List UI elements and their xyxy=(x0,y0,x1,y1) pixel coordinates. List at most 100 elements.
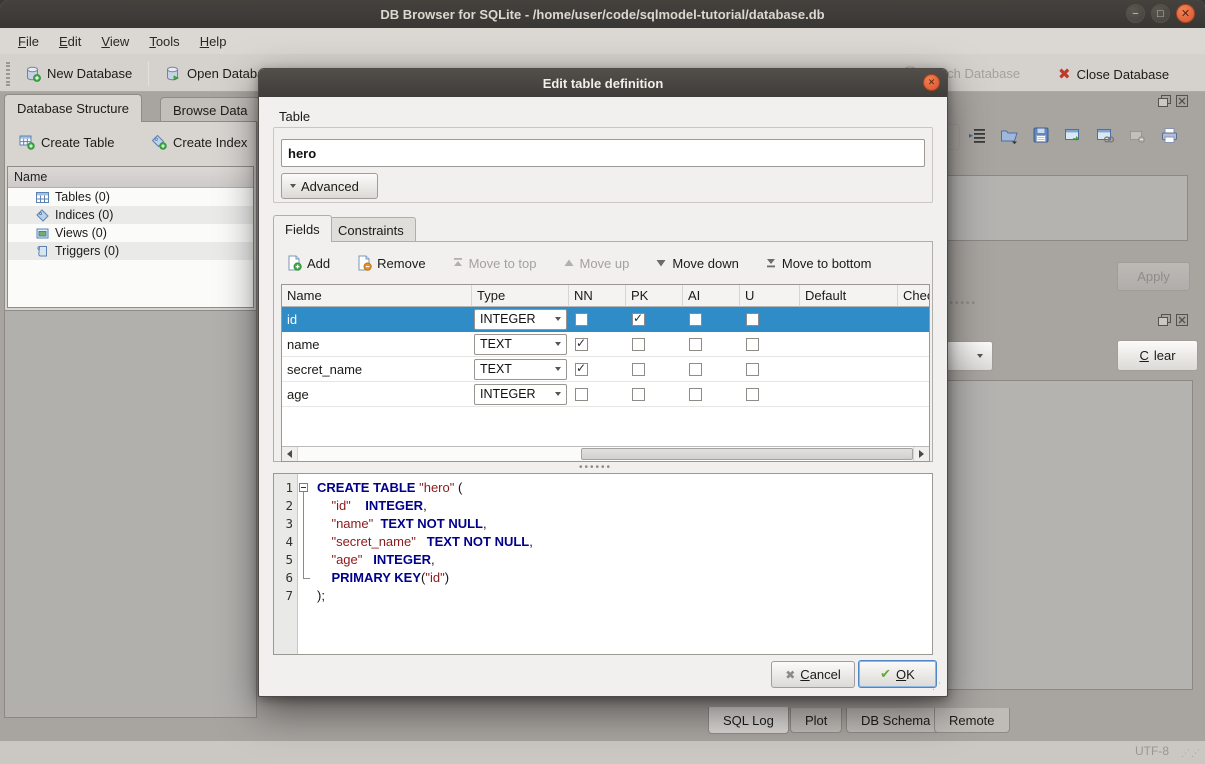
nn-checkbox-age[interactable] xyxy=(575,388,588,401)
pk-checkbox-age[interactable] xyxy=(632,388,645,401)
close-icon[interactable]: ✕ xyxy=(1176,4,1195,23)
menu-help[interactable]: Help xyxy=(190,31,237,52)
column-header-nn[interactable]: NN xyxy=(569,285,626,307)
menu-tools[interactable]: Tools xyxy=(139,31,189,52)
field-name-cell[interactable]: secret_name xyxy=(282,357,472,381)
tree-item-views[interactable]: Views (0) xyxy=(8,224,253,242)
create-table-button[interactable]: Create Table xyxy=(13,130,120,154)
column-header-pk[interactable]: PK xyxy=(626,285,683,307)
field-row-name[interactable]: nameTEXT ✓ xyxy=(282,332,929,357)
field-name-cell[interactable]: name xyxy=(282,332,472,356)
sql-preview[interactable]: 1234567 CREATE TABLE "hero" ( "id" INTEG… xyxy=(273,473,933,655)
minimize-icon[interactable]: − xyxy=(1126,4,1145,23)
type-combo-id[interactable]: INTEGER xyxy=(474,309,567,330)
ai-checkbox-age[interactable] xyxy=(689,388,702,401)
tree-item-tables[interactable]: Tables (0) xyxy=(8,188,253,206)
column-header-default[interactable]: Default xyxy=(800,285,898,307)
field-default-cell[interactable] xyxy=(800,307,898,331)
menu-view[interactable]: View xyxy=(91,31,139,52)
field-check-cell[interactable] xyxy=(898,357,930,381)
u-checkbox-id[interactable] xyxy=(746,313,759,326)
field-name-cell[interactable]: age xyxy=(282,382,472,406)
column-header-check[interactable]: Check xyxy=(898,285,930,307)
dialog-resize-grip[interactable]: ⋰ xyxy=(932,681,942,692)
ai-checkbox-name[interactable] xyxy=(689,338,702,351)
add-field-button[interactable]: Add xyxy=(284,253,332,273)
u-checkbox-name[interactable] xyxy=(746,338,759,351)
menu-file[interactable]: File xyxy=(8,31,49,52)
dialog-close-icon[interactable]: ✕ xyxy=(923,74,940,91)
advanced-button[interactable]: Advanced xyxy=(281,173,378,199)
save-icon[interactable] xyxy=(1032,126,1051,145)
dialog-titlebar[interactable]: Edit table definition ✕ xyxy=(259,69,947,97)
dock-float-icon[interactable] xyxy=(1158,94,1171,106)
type-combo-age[interactable]: INTEGER xyxy=(474,384,567,405)
pk-checkbox-id[interactable]: ✓ xyxy=(632,313,645,326)
tab-db-schema[interactable]: DB Schema xyxy=(846,708,945,733)
scroll-right-icon[interactable] xyxy=(913,447,929,461)
create-index-button[interactable]: Create Index xyxy=(145,130,253,154)
cancel-button[interactable]: ✖ Cancel xyxy=(771,661,855,688)
tree-item-indices[interactable]: Indices (0) xyxy=(8,206,253,224)
indent-icon[interactable] xyxy=(968,126,987,145)
new-database-button[interactable]: New Database xyxy=(18,61,138,86)
tab-browse-data[interactable]: Browse Data xyxy=(160,97,260,122)
tab-remote[interactable]: Remote xyxy=(934,708,1010,733)
field-default-cell[interactable] xyxy=(800,382,898,406)
close-database-button[interactable]: ✖ Close Database xyxy=(1052,61,1175,87)
horizontal-scrollbar[interactable] xyxy=(282,446,929,461)
field-check-cell[interactable] xyxy=(898,307,930,331)
encoding-indicator[interactable]: UTF-8 xyxy=(1135,744,1169,758)
dock-close-icon[interactable] xyxy=(1176,94,1189,106)
export-icon[interactable] xyxy=(1064,126,1083,145)
u-checkbox-age[interactable] xyxy=(746,388,759,401)
column-header-u[interactable]: U xyxy=(740,285,800,307)
remove-field-button[interactable]: Remove xyxy=(354,253,427,273)
column-header-name[interactable]: Name xyxy=(282,285,472,307)
tab-fields[interactable]: Fields xyxy=(273,215,332,242)
tree-column-header-name[interactable]: Name xyxy=(8,167,253,188)
scrollbar-thumb[interactable] xyxy=(581,448,913,460)
field-name-cell[interactable]: id xyxy=(282,307,472,331)
nn-checkbox-id[interactable] xyxy=(575,313,588,326)
dock-float-icon[interactable] xyxy=(1158,313,1171,325)
nn-checkbox-name[interactable]: ✓ xyxy=(575,338,588,351)
sql-code[interactable]: CREATE TABLE "hero" ( "id" INTEGER, "nam… xyxy=(311,474,932,654)
field-default-cell[interactable] xyxy=(800,357,898,381)
clear-log-button[interactable]: Clear xyxy=(1117,340,1198,371)
dock-close-icon[interactable] xyxy=(1176,313,1189,325)
move-down-button[interactable]: Move down xyxy=(653,254,740,273)
column-header-type[interactable]: Type xyxy=(472,285,569,307)
tab-sql-log[interactable]: SQL Log xyxy=(708,707,789,734)
tree-item-triggers[interactable]: Triggers (0) xyxy=(8,242,253,260)
field-row-id[interactable]: idINTEGER ✓ xyxy=(282,307,929,332)
field-check-cell[interactable] xyxy=(898,382,930,406)
tab-plot[interactable]: Plot xyxy=(790,708,842,733)
titlebar[interactable]: DB Browser for SQLite - /home/user/code/… xyxy=(0,0,1205,28)
column-header-ai[interactable]: AI xyxy=(683,285,740,307)
resize-grip[interactable]: ⋰⋰ xyxy=(1181,748,1201,759)
table-name-input[interactable]: hero xyxy=(281,139,925,167)
ai-checkbox-id[interactable] xyxy=(689,313,702,326)
field-row-secret_name[interactable]: secret_nameTEXT✓ xyxy=(282,357,929,382)
menu-edit[interactable]: Edit xyxy=(49,31,91,52)
nn-checkbox-secret_name[interactable]: ✓ xyxy=(575,363,588,376)
field-default-cell[interactable] xyxy=(800,332,898,356)
print-icon[interactable] xyxy=(1160,126,1179,145)
type-combo-name[interactable]: TEXT xyxy=(474,334,567,355)
scroll-left-icon[interactable] xyxy=(282,447,298,461)
pk-checkbox-name[interactable] xyxy=(632,338,645,351)
maximize-icon[interactable]: □ xyxy=(1151,4,1170,23)
pk-checkbox-secret_name[interactable] xyxy=(632,363,645,376)
tab-database-structure[interactable]: Database Structure xyxy=(4,94,142,122)
dialog-splitter[interactable]: •••••• xyxy=(579,462,612,473)
toolbar-drag-handle[interactable] xyxy=(6,62,10,86)
move-to-bottom-button[interactable]: Move to bottom xyxy=(763,254,874,273)
link-icon[interactable] xyxy=(1096,126,1115,145)
tab-constraints[interactable]: Constraints xyxy=(326,217,416,242)
field-check-cell[interactable] xyxy=(898,332,930,356)
field-row-age[interactable]: ageINTEGER xyxy=(282,382,929,407)
import-icon[interactable] xyxy=(1000,126,1019,145)
fold-marker-icon[interactable] xyxy=(299,483,308,492)
u-checkbox-secret_name[interactable] xyxy=(746,363,759,376)
